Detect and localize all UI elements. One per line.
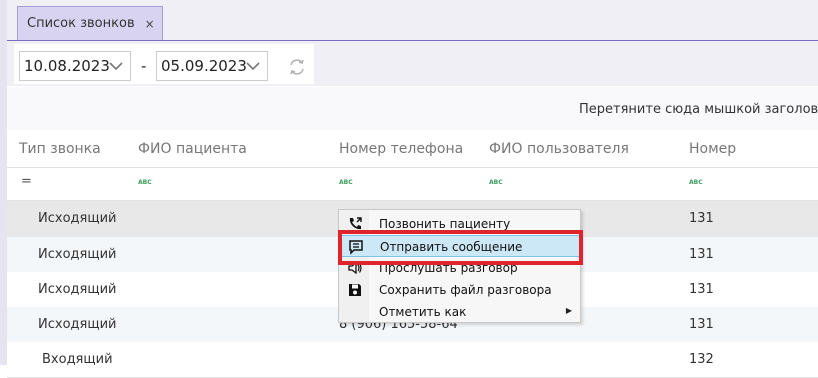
grid-header: Тип звонка ФИО пациента Номер телефона Ф…: [7, 131, 818, 168]
column-header-call-type[interactable]: Тип звонка: [19, 141, 101, 157]
cell-number: 131: [689, 247, 714, 262]
save-icon: [349, 284, 361, 296]
toolbar: 10.08.2023 - 05.09.2023: [7, 41, 818, 86]
menu-item-listen-recording[interactable]: Прослушать разговор: [339, 257, 580, 279]
context-menu: Позвонить пациенту Отправить сообщение П…: [338, 209, 581, 323]
text-filter-icon[interactable]: ABC: [339, 179, 353, 186]
menu-item-label: Сохранить файл разговора: [379, 283, 552, 297]
close-icon[interactable]: ×: [145, 17, 155, 31]
date-to-value: 05.09.2023: [161, 57, 247, 75]
menu-item-label: Отправить сообщение: [380, 240, 523, 254]
date-separator: -: [141, 57, 147, 75]
group-panel[interactable]: Перетяните сюда мышкой заголовок ко: [7, 87, 818, 130]
cell-call-type: Исходящий: [38, 317, 117, 332]
submenu-arrow-icon: ▶: [565, 306, 572, 315]
menu-item-label: Отметить как: [379, 305, 467, 319]
chevron-down-icon[interactable]: [108, 58, 124, 74]
column-header-user-name[interactable]: ФИО пользователя: [489, 141, 629, 157]
menu-item-label: Прослушать разговор: [379, 261, 518, 275]
cell-call-type: Исходящий: [38, 282, 117, 297]
refresh-icon[interactable]: [287, 57, 307, 77]
date-from-input[interactable]: 10.08.2023: [19, 51, 131, 81]
cell-call-type: Исходящий: [38, 247, 117, 262]
chevron-down-icon[interactable]: [245, 58, 261, 74]
tab-call-list[interactable]: Список звонков ×: [17, 6, 163, 40]
menu-item-send-message[interactable]: Отправить сообщение: [339, 235, 580, 257]
menu-item-save-recording[interactable]: Сохранить файл разговора: [339, 279, 580, 301]
cell-number: 131: [689, 282, 714, 297]
tab-bar: Список звонков ×: [7, 0, 818, 41]
left-edge-panel: [0, 0, 7, 365]
column-header-number[interactable]: Номер: [689, 141, 736, 157]
cell-call-type: Исходящий: [38, 211, 117, 226]
cell-number: 131: [689, 211, 714, 226]
date-range-panel: 10.08.2023 - 05.09.2023: [14, 44, 314, 84]
date-to-input[interactable]: 05.09.2023: [156, 51, 268, 81]
text-filter-icon[interactable]: ABC: [489, 179, 503, 186]
equals-filter-icon[interactable]: =: [21, 174, 32, 189]
menu-item-call-patient[interactable]: Позвонить пациенту: [339, 213, 580, 235]
speaker-icon: [348, 261, 362, 275]
date-from-value: 10.08.2023: [24, 57, 110, 75]
table-row[interactable]: Входящий 132: [7, 342, 818, 378]
tab-label: Список звонков: [27, 16, 135, 31]
column-header-patient-name[interactable]: ФИО пациента: [138, 141, 247, 157]
text-filter-icon[interactable]: ABC: [689, 179, 703, 186]
filter-row: = ABC ABC ABC ABC: [7, 168, 818, 201]
cell-number: 131: [689, 317, 714, 332]
menu-item-label: Позвонить пациенту: [379, 217, 511, 231]
phone-call-icon: [349, 217, 362, 230]
group-hint-text: Перетяните сюда мышкой заголовок ко: [579, 102, 818, 117]
column-header-phone[interactable]: Номер телефона: [339, 141, 463, 157]
menu-item-mark-as[interactable]: Отметить как ▶: [339, 301, 580, 323]
message-icon: [349, 240, 363, 255]
text-filter-icon[interactable]: ABC: [138, 179, 152, 186]
